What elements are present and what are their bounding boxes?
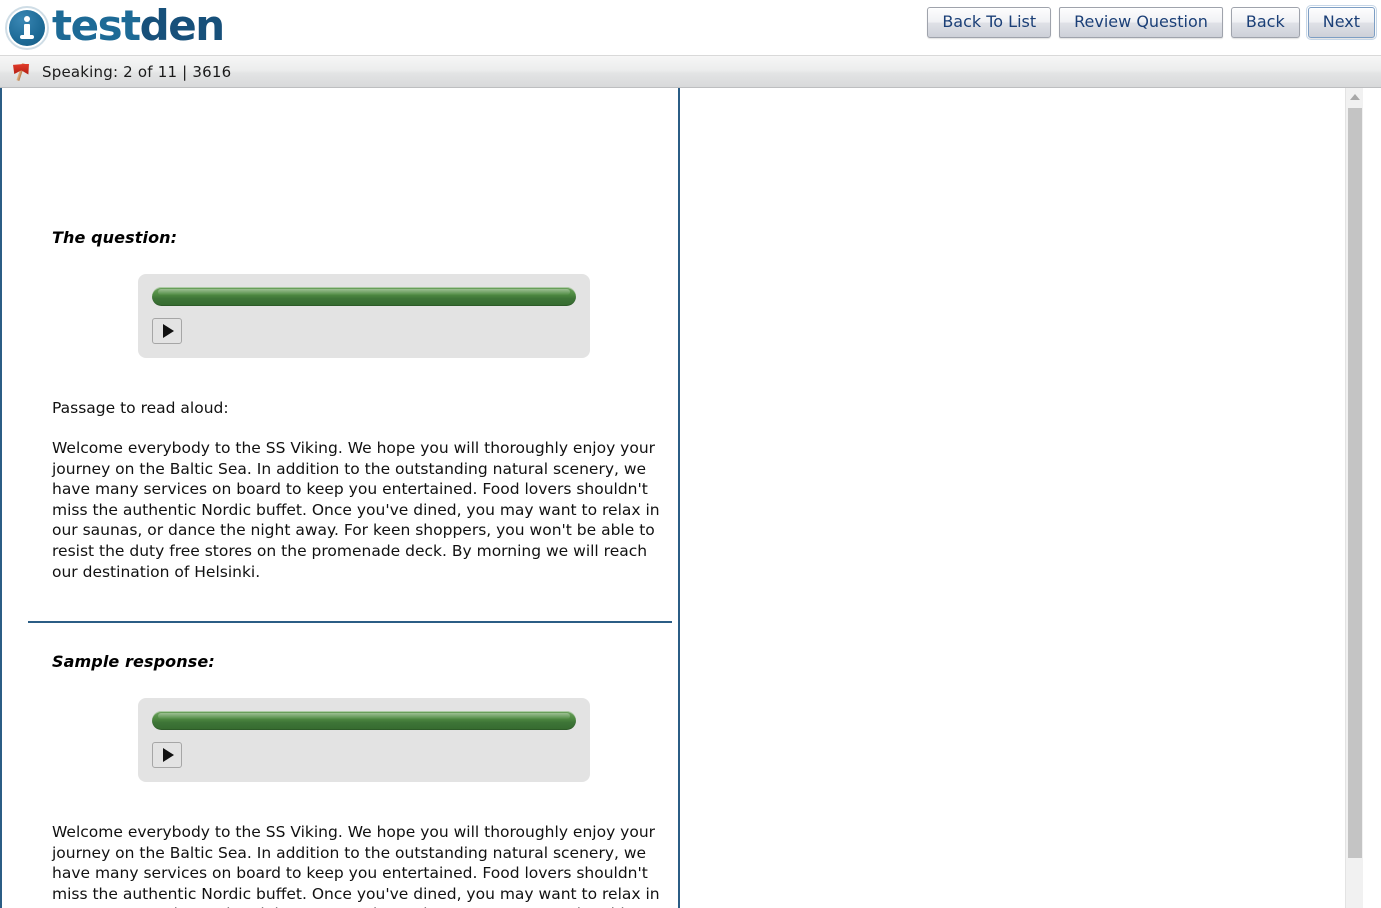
vertical-scrollbar[interactable] [1345,88,1363,908]
question-heading: The question: [52,228,178,247]
main-content: The question: Passage to read aloud: Wel… [0,88,1381,908]
sample-response-text: Welcome everybody to the SS Viking. We h… [52,823,660,908]
chevron-up-icon [1349,93,1360,100]
play-icon [162,324,174,338]
section-divider [28,621,672,623]
response-panel: Your response: Score: 0 - No relevant re… [680,88,1363,908]
brand-word-den: den [139,1,225,50]
question-audio-player[interactable] [138,274,590,358]
status-bar-text: Speaking: 2 of 11 | 3616 [42,62,232,81]
question-panel: The question: Passage to read aloud: Wel… [0,88,680,908]
red-flag-icon [12,61,34,83]
question-progress-bar[interactable] [152,287,576,306]
passage-text: Welcome everybody to the SS Viking. We h… [52,439,660,581]
next-button[interactable]: Next [1305,5,1378,40]
info-circle-icon [4,5,50,51]
sample-response-heading: Sample response: [52,652,215,671]
review-question-button[interactable]: Review Question [1059,7,1223,38]
app-header: testden Back To List Review Question Bac… [0,0,1381,56]
brand-wordmark: testden [52,5,225,51]
question-play-button[interactable] [152,318,182,344]
sample-progress-bar[interactable] [152,711,576,730]
header-button-group: Back To List Review Question Back Next [927,5,1378,40]
brand-word-test: test [52,1,141,50]
brand-logo: testden [4,1,225,55]
passage-label: Passage to read aloud: [52,399,229,417]
status-bar: Speaking: 2 of 11 | 3616 [0,56,1381,88]
back-button[interactable]: Back [1230,7,1300,38]
scrollbar-thumb[interactable] [1348,108,1362,858]
sample-audio-player[interactable] [138,698,590,782]
scroll-up-button[interactable] [1346,88,1363,105]
play-icon [162,748,174,762]
back-to-list-button[interactable]: Back To List [927,7,1052,38]
sample-play-button[interactable] [152,742,182,768]
